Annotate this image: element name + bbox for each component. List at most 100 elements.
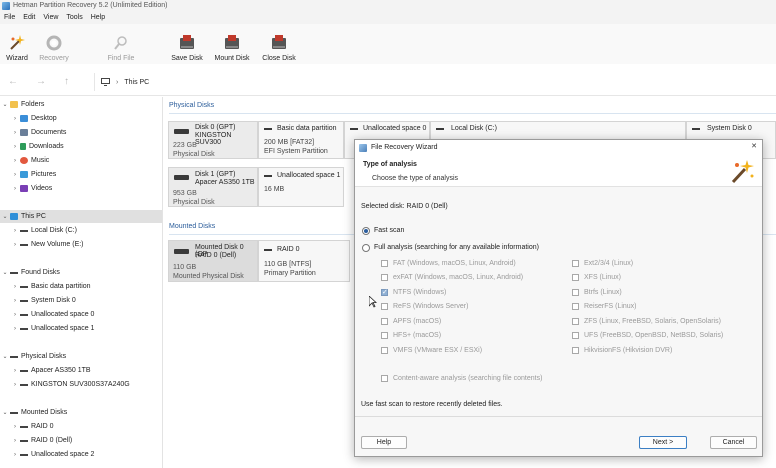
drive-icon — [20, 285, 28, 288]
tree-folders[interactable]: ⌄ Folders — [0, 98, 162, 111]
content-aware-label: Content-aware analysis (searching file c… — [393, 375, 543, 382]
chevron-down-icon[interactable]: ⌄ — [0, 409, 10, 416]
fast-scan-label[interactable]: Fast scan — [374, 227, 404, 234]
tree-item-raid-0[interactable]: › RAID 0 — [0, 420, 162, 433]
full-analysis-label[interactable]: Full analysis (searching for any availab… — [374, 244, 539, 251]
wizard-button[interactable]: Wizard — [4, 24, 30, 62]
tree-item-downloads[interactable]: › Downloads — [0, 140, 162, 153]
tree-item-unallocated-2[interactable]: › Unallocated space 2 — [0, 448, 162, 461]
chevron-right-icon[interactable]: › — [10, 284, 20, 290]
tree-item-music[interactable]: › Music — [0, 154, 162, 167]
breadcrumb-this-pc[interactable]: This PC — [124, 79, 149, 86]
next-button[interactable]: Next > — [639, 436, 687, 449]
tree-mounted-disks[interactable]: ⌄ Mounted Disks — [0, 406, 162, 419]
menu-view[interactable]: View — [39, 14, 62, 21]
close-disk-button[interactable]: Close Disk — [261, 24, 297, 62]
tree-item-basic-data-partition[interactable]: › Basic data partition — [0, 280, 162, 293]
recovery-button[interactable]: Recovery — [38, 24, 70, 62]
tree-item-new-volume-e[interactable]: › New Volume (E:) — [0, 238, 162, 251]
disk-1-card[interactable]: Disk 1 (GPT) Apacer AS350 1TB 953 GB Phy… — [168, 167, 258, 207]
pictures-icon — [20, 171, 28, 178]
fs-xfs-checkbox[interactable] — [572, 274, 579, 281]
chevron-right-icon[interactable]: › — [10, 158, 20, 164]
chevron-down-icon[interactable]: ⌄ — [0, 101, 10, 108]
chevron-right-icon[interactable]: › — [10, 424, 20, 430]
cancel-button[interactable]: Cancel — [710, 436, 757, 449]
disk-0-card[interactable]: Disk 0 (GPT) KINGSTON SUV300 223 GB Phys… — [168, 121, 258, 159]
mount-disk-button[interactable]: Mount Disk — [212, 24, 252, 62]
wand-icon — [731, 160, 754, 184]
chevron-right-icon[interactable]: › — [10, 242, 20, 248]
desktop-icon — [20, 115, 28, 122]
fs-hfs-checkbox[interactable] — [381, 332, 388, 339]
fs-apfs-checkbox[interactable] — [381, 318, 388, 325]
fs-vmfs-checkbox[interactable] — [381, 347, 388, 354]
chevron-right-icon[interactable]: › — [10, 130, 20, 136]
chevron-right-icon[interactable]: › — [10, 452, 20, 458]
dialog-footer-divider — [355, 416, 762, 417]
chevron-down-icon[interactable]: ⌄ — [0, 353, 10, 360]
tree-item-raid-0-dell[interactable]: › RAID 0 (Dell) — [0, 434, 162, 447]
menu-edit[interactable]: Edit — [19, 14, 39, 21]
tree-item-kingston[interactable]: › KINGSTON SUV300S37A240G — [0, 378, 162, 391]
chevron-right-icon[interactable]: › — [10, 172, 20, 178]
tree-item-desktop[interactable]: › Desktop — [0, 112, 162, 125]
back-arrow-icon[interactable]: ← — [8, 76, 18, 87]
partition-icon — [264, 175, 272, 177]
chevron-down-icon[interactable]: ⌄ — [0, 269, 10, 276]
find-file-button[interactable]: Find File — [106, 24, 136, 62]
tree-item-documents[interactable]: › Documents — [0, 126, 162, 139]
chevron-right-icon[interactable]: › — [10, 312, 20, 318]
chevron-right-icon[interactable]: › — [10, 438, 20, 444]
content-aware-checkbox[interactable] — [381, 375, 388, 382]
partition-icon — [692, 128, 700, 130]
tree-item-unallocated-0[interactable]: › Unallocated space 0 — [0, 308, 162, 321]
menu-help[interactable]: Help — [87, 14, 109, 21]
menu-tools[interactable]: Tools — [62, 14, 86, 21]
fs-hikvisionfs-checkbox[interactable] — [572, 347, 579, 354]
fs-fat-checkbox[interactable] — [381, 260, 388, 267]
partition-basic-data[interactable]: Basic data partition 200 MB [FAT32] EFI … — [258, 121, 344, 159]
fs-btrfs-checkbox[interactable] — [572, 289, 579, 296]
forward-arrow-icon[interactable]: → — [36, 76, 46, 87]
fs-refs-checkbox[interactable] — [381, 303, 388, 310]
fs-ext-checkbox[interactable] — [572, 260, 579, 267]
dialog-header: Type of analysis Choose the type of anal… — [355, 155, 762, 187]
chevron-right-icon[interactable]: › — [10, 298, 20, 304]
chevron-right-icon[interactable]: › — [10, 144, 20, 150]
save-disk-button[interactable]: Save Disk — [170, 24, 204, 62]
full-analysis-radio[interactable] — [362, 244, 370, 252]
tree-this-pc[interactable]: ⌄ This PC — [0, 210, 162, 223]
close-disk-icon — [270, 34, 288, 52]
chevron-down-icon[interactable]: ⌄ — [0, 213, 10, 220]
fs-ntfs-checkbox[interactable] — [381, 288, 388, 296]
tree-physical-disks[interactable]: ⌄ Physical Disks — [0, 350, 162, 363]
menu-file[interactable]: File — [0, 14, 19, 21]
tree-item-pictures[interactable]: › Pictures — [0, 168, 162, 181]
chevron-right-icon[interactable]: › — [10, 368, 20, 374]
tree-item-videos[interactable]: › Videos — [0, 182, 162, 195]
fs-reiserfs-checkbox[interactable] — [572, 303, 579, 310]
breadcrumb-separator-icon: › — [116, 78, 119, 86]
mounted-disk-0-card[interactable]: Mounted Disk 0 (GP RAID 0 (Dell) 110 GB … — [168, 240, 258, 282]
chevron-right-icon[interactable]: › — [10, 186, 20, 192]
tree-item-local-disk-c[interactable]: › Local Disk (C:) — [0, 224, 162, 237]
help-button[interactable]: Help — [361, 436, 407, 449]
up-arrow-icon[interactable]: ↑ — [64, 76, 69, 87]
tree-found-disks[interactable]: ⌄ Found Disks — [0, 266, 162, 279]
chevron-right-icon[interactable]: › — [10, 228, 20, 234]
partition-raid-0[interactable]: RAID 0 110 GB [NTFS] Primary Partition — [258, 240, 350, 282]
fs-ufs-checkbox[interactable] — [572, 332, 579, 339]
tree-item-system-disk-0[interactable]: › System Disk 0 — [0, 294, 162, 307]
fs-zfs-checkbox[interactable] — [572, 318, 579, 325]
chevron-right-icon[interactable]: › — [10, 382, 20, 388]
breadcrumb[interactable]: › This PC — [94, 73, 776, 91]
tree-item-apacer[interactable]: › Apacer AS350 1TB — [0, 364, 162, 377]
chevron-right-icon[interactable]: › — [10, 326, 20, 332]
chevron-right-icon[interactable]: › — [10, 116, 20, 122]
fast-scan-radio[interactable] — [362, 227, 370, 235]
fs-exfat-checkbox[interactable] — [381, 274, 388, 281]
close-icon[interactable]: ✕ — [751, 142, 757, 150]
partition-unallocated-1[interactable]: Unallocated space 1 16 MB — [258, 167, 344, 207]
tree-item-unallocated-1[interactable]: › Unallocated space 1 — [0, 322, 162, 335]
